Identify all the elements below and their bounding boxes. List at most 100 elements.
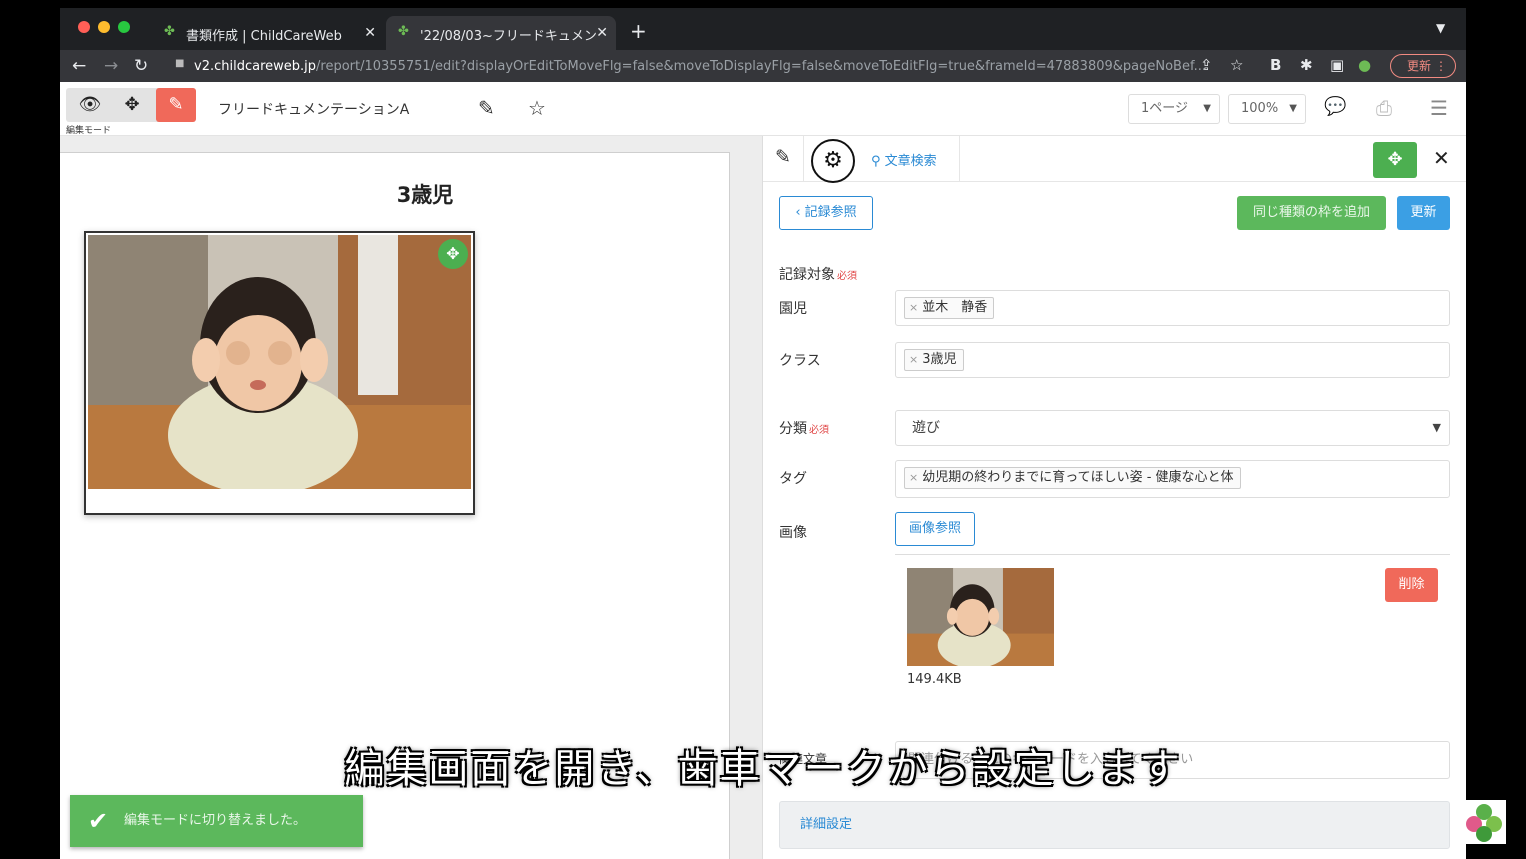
child-field[interactable]: × 並木 静香 (895, 290, 1450, 326)
image-thumbnail (907, 568, 1054, 666)
print-icon[interactable]: ⎙ (1376, 96, 1392, 120)
required-badge: 必須 (837, 271, 857, 282)
close-icon[interactable]: ✕ (1433, 146, 1450, 170)
hamburger-menu-icon[interactable]: ☰ (1430, 96, 1448, 120)
image-browse-button[interactable]: 画像参照 (895, 512, 975, 546)
bookmark-star-icon[interactable]: ☆ (1230, 56, 1243, 74)
add-same-frame-button[interactable]: 同じ種類の枠を追加 (1237, 196, 1386, 230)
page-select[interactable]: 1ページ ▼ (1128, 94, 1220, 124)
panel-move-icon[interactable]: ✥ (1373, 142, 1417, 178)
screen-frame: ✤ 書類作成 | ChildCareWeb ✕ ✤ '22/08/03~フリード… (60, 8, 1466, 859)
category-text: 分類 (779, 421, 807, 437)
text-search-link[interactable]: ⚲ 文章検索 (871, 150, 937, 169)
browser-tab-bar: ✤ 書類作成 | ChildCareWeb ✕ ✤ '22/08/03~フリード… (60, 8, 1466, 50)
app-header: 👁 ✥ ✎ 編集モード フリードキュメンテーションA ✎ ☆ 1ページ ▼ 10… (60, 82, 1466, 136)
lock-icon: ■ (175, 58, 185, 69)
detail-settings-toggle[interactable]: 詳細設定 (779, 801, 1450, 849)
child-photo (88, 235, 471, 489)
remove-chip-icon[interactable]: × (909, 353, 918, 366)
url-field[interactable]: v2.childcareweb.jp/report/10355751/edit?… (194, 56, 1214, 77)
checkmark-icon: ✔ (88, 807, 109, 835)
document-title: フリードキュメンテーションA (218, 102, 410, 118)
settings-gear-icon[interactable]: ⚙ (811, 139, 855, 183)
forward-arrow-icon[interactable]: → (104, 56, 118, 76)
tag-chip-value: 幼児期の終わりまでに育ってほしい姿 - 健康な心と体 (922, 470, 1234, 485)
mode-switcher: 👁 ✥ ✎ (66, 88, 196, 122)
class-chip[interactable]: × 3歳児 (904, 349, 964, 371)
extension-b-icon[interactable]: B (1270, 56, 1281, 74)
favorite-star-icon[interactable]: ☆ (528, 96, 546, 120)
chevron-down-icon: ▼ (1432, 421, 1441, 434)
url-path: /report/10355751/edit?displayOrEditToMov… (316, 59, 1206, 74)
panel-toolbar: ✎ ⚙ ⚲ 文章検索 ✥ ✕ (763, 136, 1466, 183)
mode-label: 編集モード (66, 126, 112, 136)
tag-chip[interactable]: × 幼児期の終わりまでに育ってほしい姿 - 健康な心と体 (904, 467, 1241, 489)
new-tab-button[interactable]: + (630, 19, 647, 43)
chevron-down-icon: ▼ (1203, 103, 1211, 114)
class-field[interactable]: × 3歳児 (895, 342, 1450, 378)
move-mode-icon[interactable]: ✥ (112, 88, 152, 122)
search-icon: ⚲ (871, 154, 881, 169)
thumbnail-illustration (907, 568, 1054, 666)
edit-mode-pencil-icon[interactable]: ✎ (156, 88, 196, 122)
record-reference-label: 記録参照 (804, 205, 857, 220)
extensions-puzzle-icon[interactable]: ✱ (1300, 56, 1313, 74)
divider (959, 136, 960, 182)
browser-tab-2[interactable]: ✤ '22/08/03~フリードキュメンテ ✕ (386, 16, 616, 50)
browser-update-button[interactable]: 更新 ⋮ (1390, 54, 1456, 78)
tab-close-icon[interactable]: ✕ (364, 25, 376, 41)
record-reference-button[interactable]: ‹ 記録参照 (779, 196, 873, 230)
child-chip-value: 並木 静香 (922, 300, 988, 315)
divider (895, 554, 1450, 555)
child-label: 園児 (779, 301, 807, 317)
image-frame[interactable]: ✥ (84, 231, 475, 515)
category-label: 分類 必須 (779, 418, 829, 438)
divider (803, 136, 804, 182)
profile-avatar-icon[interactable]: ● (1358, 56, 1371, 74)
category-select[interactable]: 遊び ▼ (895, 410, 1450, 446)
tab-title: 書類作成 | ChildCareWeb (186, 29, 342, 44)
delete-image-button[interactable]: 削除 (1385, 568, 1438, 602)
kebab-menu-icon: ⋮ (1435, 59, 1447, 73)
browser-tab-1[interactable]: ✤ 書類作成 | ChildCareWeb ✕ (152, 16, 384, 50)
file-size: 149.4KB (907, 672, 962, 687)
window-minimize-dot[interactable] (98, 21, 110, 33)
window-maximize-dot[interactable] (118, 21, 130, 33)
url-host: v2.childcareweb.jp (194, 59, 317, 74)
page-select-value: 1ページ (1141, 101, 1189, 116)
edit-note-icon[interactable]: ✎ (775, 146, 791, 168)
page-title: 3歳児 (396, 183, 454, 207)
remove-chip-icon[interactable]: × (909, 301, 918, 314)
move-handle-icon[interactable]: ✥ (438, 239, 468, 269)
update-label: 更新 (1407, 59, 1432, 73)
logo-clover (1466, 804, 1502, 842)
image-label: 画像 (779, 525, 807, 541)
remove-chip-icon[interactable]: × (909, 471, 918, 484)
tab-title: '22/08/03~フリードキュメンテ (420, 29, 596, 44)
toast-message: 編集モードに切り替えました。 (124, 813, 307, 828)
child-photo-illustration (88, 235, 471, 489)
comment-icon[interactable]: 💬 (1324, 96, 1346, 117)
share-icon[interactable]: ⇪ (1200, 56, 1213, 74)
zoom-select[interactable]: 100% ▼ (1228, 94, 1306, 124)
zoom-select-value: 100% (1241, 101, 1279, 116)
tag-field[interactable]: × 幼児期の終わりまでに育ってほしい姿 - 健康な心と体 (895, 460, 1450, 498)
browser-address-bar: ← → ↻ ■ v2.childcareweb.jp/report/103557… (60, 50, 1466, 82)
childcareweb-favicon: ✤ (164, 24, 175, 39)
back-arrow-icon[interactable]: ← (72, 56, 86, 76)
record-target-text: 記録対象 (779, 267, 835, 283)
tab-list-chevron-icon[interactable]: ▼ (1436, 21, 1445, 35)
update-button[interactable]: 更新 (1397, 196, 1450, 230)
rename-pencil-icon[interactable]: ✎ (478, 96, 495, 120)
view-mode-eye-icon[interactable]: 👁 (70, 88, 110, 122)
class-chip-value: 3歳児 (922, 352, 957, 367)
childcareweb-favicon: ✤ (398, 24, 409, 39)
sidepanel-icon[interactable]: ▣ (1330, 56, 1344, 74)
window-close-dot[interactable] (78, 21, 90, 33)
tab-close-icon[interactable]: ✕ (596, 25, 608, 41)
record-target-label: 記録対象 必須 (779, 264, 857, 284)
chevron-down-icon: ▼ (1289, 103, 1297, 114)
child-chip[interactable]: × 並木 静香 (904, 297, 995, 319)
toast-notification: ✔ 編集モードに切り替えました。 (70, 795, 363, 847)
reload-icon[interactable]: ↻ (134, 56, 148, 76)
